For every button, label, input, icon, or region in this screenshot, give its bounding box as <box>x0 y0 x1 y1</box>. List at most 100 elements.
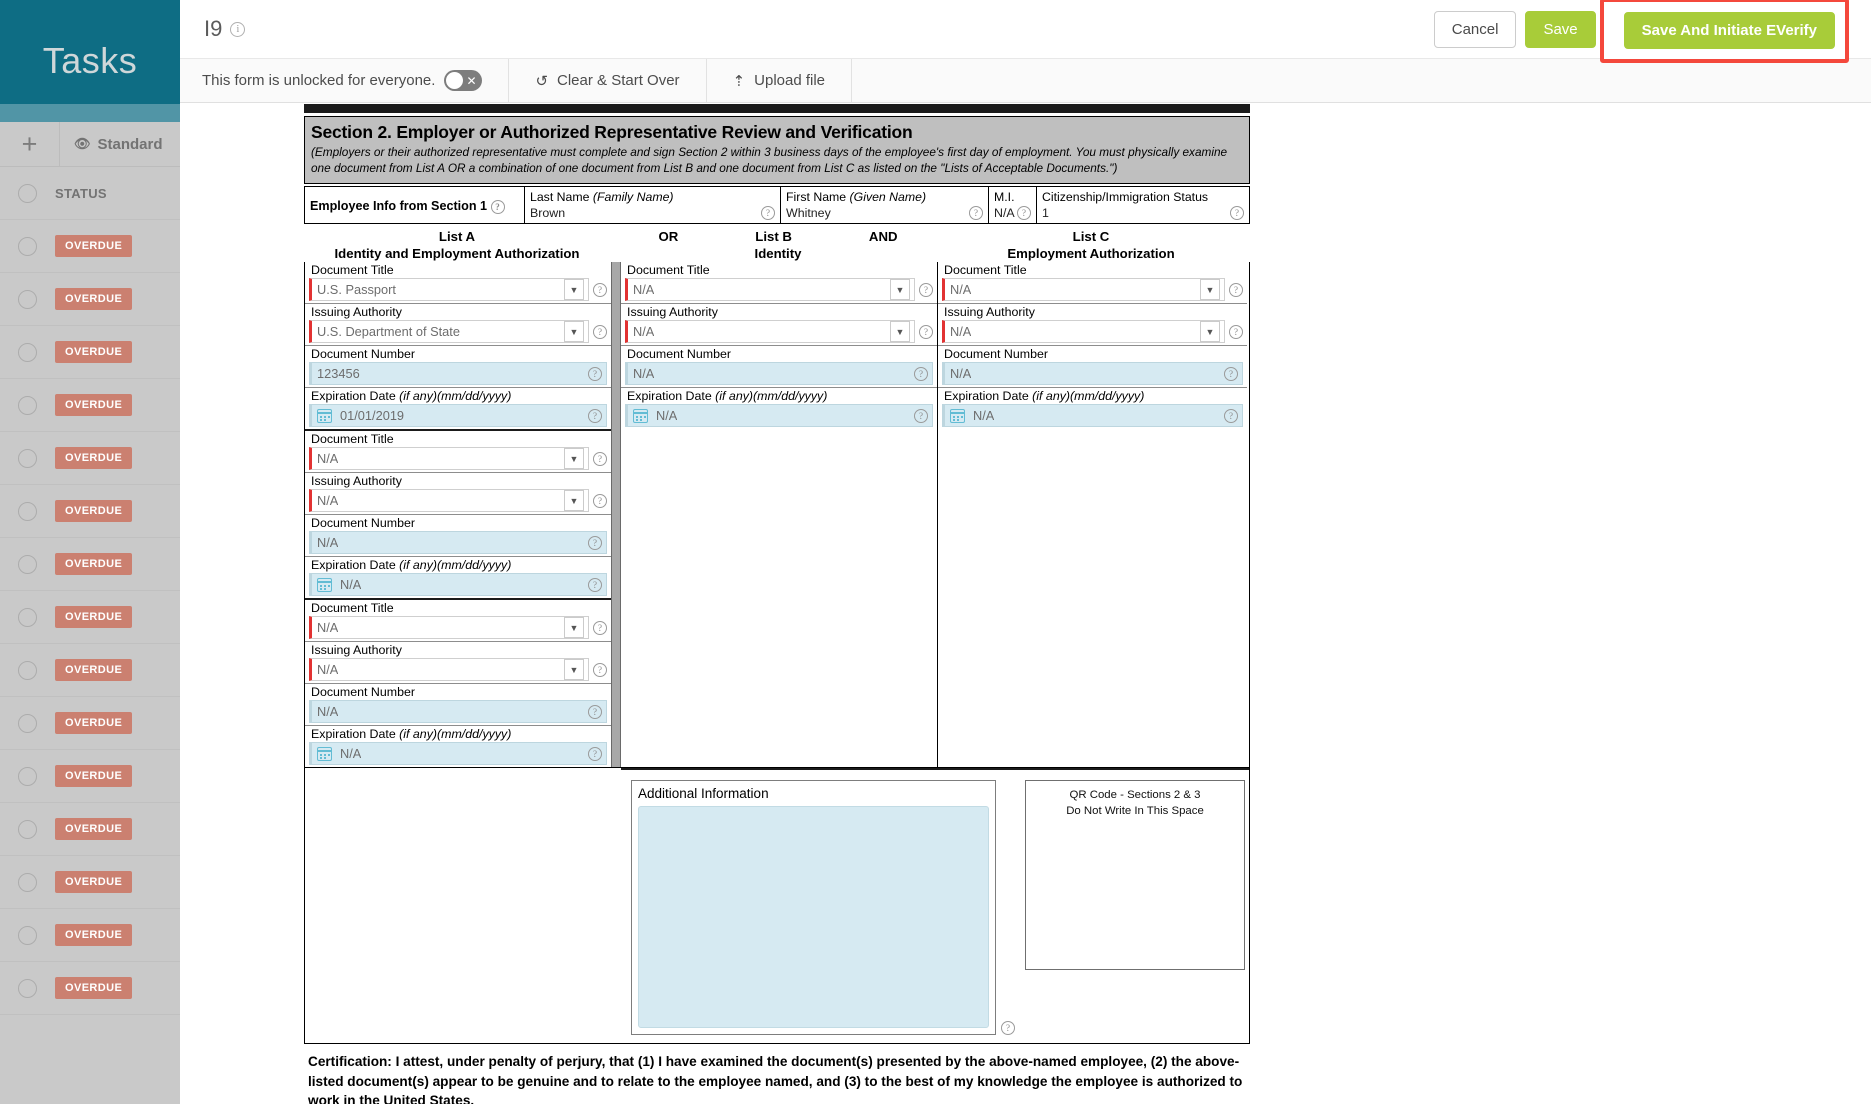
list-c-expiration-input[interactable]: N/A ? <box>942 404 1243 428</box>
task-row[interactable]: OVERDUE <box>0 644 180 697</box>
task-checkbox[interactable] <box>0 501 55 521</box>
help-icon[interactable]: ? <box>593 324 607 339</box>
help-icon[interactable]: ? <box>593 620 607 635</box>
help-icon[interactable]: ? <box>588 535 602 550</box>
help-icon[interactable]: ? <box>1017 206 1031 221</box>
task-checkbox[interactable] <box>0 554 55 574</box>
form-lock-toggle[interactable]: ✕ <box>444 70 483 91</box>
help-icon[interactable]: ? <box>593 451 607 466</box>
task-row[interactable]: OVERDUE <box>0 591 180 644</box>
task-checkbox[interactable] <box>0 872 55 892</box>
list-a-expiration-input-2[interactable]: N/A? <box>309 573 607 597</box>
help-icon[interactable]: ? <box>490 200 505 215</box>
chevron-down-icon[interactable]: ▼ <box>1200 279 1220 301</box>
chevron-down-icon[interactable]: ▼ <box>564 617 584 639</box>
help-icon[interactable]: ? <box>593 493 607 508</box>
task-checkbox[interactable] <box>0 819 55 839</box>
task-row[interactable]: OVERDUE <box>0 485 180 538</box>
task-row[interactable]: OVERDUE <box>0 379 180 432</box>
task-checkbox[interactable] <box>0 978 55 998</box>
additional-information-textarea[interactable] <box>638 806 989 1029</box>
help-icon[interactable]: ? <box>588 746 602 761</box>
help-icon[interactable]: ? <box>593 282 607 297</box>
help-icon[interactable]: ? <box>919 324 933 339</box>
help-icon[interactable]: ? <box>593 662 607 677</box>
list-c-issuing-authority-select[interactable]: N/A ▼ <box>942 320 1225 344</box>
cancel-button[interactable]: Cancel <box>1433 10 1517 48</box>
task-checkbox[interactable] <box>0 448 55 468</box>
clear-and-start-over-button[interactable]: ↺ Clear & Start Over <box>509 59 707 102</box>
list-c-doc-number-input[interactable]: N/A ? <box>942 362 1243 386</box>
task-row[interactable]: OVERDUE <box>0 909 180 962</box>
list-a-expiration-input-1[interactable]: 01/01/2019? <box>309 404 607 428</box>
help-icon[interactable]: ? <box>969 206 983 221</box>
task-checkbox[interactable] <box>0 660 55 680</box>
list-a-issuing-authority-select-1[interactable]: U.S. Department of State ▼ <box>309 320 589 344</box>
upload-file-button[interactable]: ⇡ Upload file <box>707 59 853 102</box>
task-row[interactable]: OVERDUE <box>0 803 180 856</box>
list-c-doc-title-select[interactable]: N/A ▼ <box>942 278 1225 302</box>
help-icon[interactable]: ? <box>588 366 602 381</box>
list-a-doc-title-select-1[interactable]: U.S. Passport ▼ <box>309 278 589 302</box>
task-checkbox[interactable] <box>0 766 55 786</box>
list-a-doc-title-select-3[interactable]: N/A ▼ <box>309 616 589 640</box>
chevron-down-icon[interactable]: ▼ <box>1200 321 1220 343</box>
help-icon[interactable]: ? <box>1001 1021 1015 1036</box>
task-row[interactable]: OVERDUE <box>0 432 180 485</box>
list-b-doc-title-select[interactable]: N/A ▼ <box>625 278 915 302</box>
form-scroll-area[interactable]: Section 2. Employer or Authorized Repres… <box>180 104 1871 1104</box>
help-icon[interactable]: ? <box>914 366 928 381</box>
chevron-down-icon[interactable]: ▼ <box>564 490 584 512</box>
list-b-expiration-input[interactable]: N/A ? <box>625 404 933 428</box>
help-icon[interactable]: ? <box>588 704 602 719</box>
chevron-down-icon[interactable]: ▼ <box>564 321 584 343</box>
task-checkbox[interactable] <box>0 925 55 945</box>
help-icon[interactable]: ? <box>761 206 775 221</box>
help-icon[interactable]: ? <box>1224 408 1238 423</box>
chevron-down-icon[interactable]: ▼ <box>890 321 910 343</box>
view-selector[interactable]: 👁 Standard <box>60 136 180 153</box>
help-icon[interactable]: ? <box>919 282 933 297</box>
add-task-button[interactable]: + <box>0 121 60 167</box>
list-a-issuing-authority-select-3[interactable]: N/A ▼ <box>309 658 589 682</box>
help-icon[interactable]: ? <box>1224 366 1238 381</box>
list-b-doc-number-input[interactable]: N/A ? <box>625 362 933 386</box>
chevron-down-icon[interactable]: ▼ <box>564 279 584 301</box>
task-row[interactable]: OVERDUE <box>0 750 180 803</box>
list-b-issuing-authority-select[interactable]: N/A ▼ <box>625 320 915 344</box>
list-a-doc-number-input-2[interactable]: N/A? <box>309 531 607 555</box>
list-a-doc-title-select-2[interactable]: N/A ▼ <box>309 447 589 471</box>
help-icon[interactable]: ? <box>1230 206 1244 221</box>
task-checkbox[interactable] <box>0 342 55 362</box>
task-checkbox[interactable] <box>0 236 55 256</box>
help-icon[interactable]: ? <box>588 577 602 592</box>
task-row[interactable]: OVERDUE <box>0 962 180 1015</box>
help-icon[interactable]: ? <box>914 408 928 423</box>
chevron-down-icon[interactable]: ▼ <box>564 659 584 681</box>
task-row[interactable]: OVERDUE <box>0 273 180 326</box>
task-checkbox[interactable] <box>0 395 55 415</box>
task-row[interactable]: OVERDUE <box>0 220 180 273</box>
task-row[interactable]: OVERDUE <box>0 538 180 591</box>
chevron-down-icon[interactable]: ▼ <box>890 279 910 301</box>
task-checkbox[interactable] <box>0 607 55 627</box>
help-icon[interactable]: ? <box>588 408 602 423</box>
info-icon[interactable]: i <box>230 21 246 37</box>
help-icon[interactable]: ? <box>1229 282 1243 297</box>
save-button[interactable]: Save <box>1525 10 1596 48</box>
task-checkbox[interactable] <box>0 289 55 309</box>
list-a-issuing-authority-row-3: Issuing Authority N/A ▼? <box>305 642 611 685</box>
status-badge: OVERDUE <box>55 871 133 893</box>
save-and-initiate-everify-button[interactable]: Save And Initiate EVerify <box>1623 11 1835 49</box>
task-row[interactable]: OVERDUE <box>0 326 180 379</box>
list-a-expiration-input-3[interactable]: N/A? <box>309 742 607 766</box>
chevron-down-icon[interactable]: ▼ <box>564 448 584 470</box>
list-a-doc-number-input-3[interactable]: N/A? <box>309 700 607 724</box>
task-checkbox[interactable] <box>0 713 55 733</box>
task-row[interactable]: OVERDUE <box>0 697 180 750</box>
list-a-doc-number-input-1[interactable]: 123456? <box>309 362 607 386</box>
select-all-checkbox[interactable] <box>0 183 55 203</box>
task-row[interactable]: OVERDUE <box>0 856 180 909</box>
list-a-issuing-authority-select-2[interactable]: N/A ▼ <box>309 489 589 513</box>
help-icon[interactable]: ? <box>1229 324 1243 339</box>
